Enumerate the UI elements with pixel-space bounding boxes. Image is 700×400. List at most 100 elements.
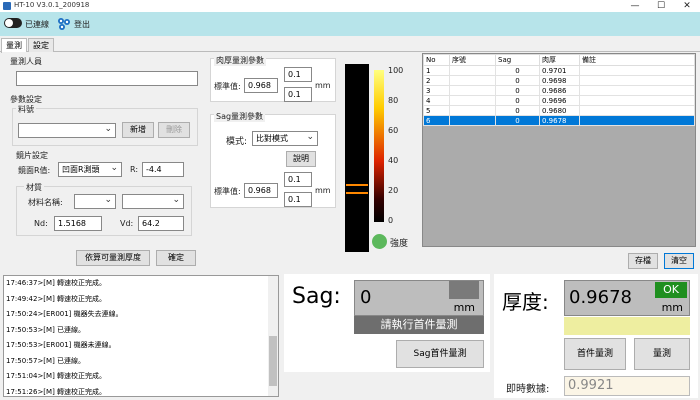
- window-title: HT-10 V3.0.1_200918: [14, 1, 90, 9]
- cell-sag: 0: [495, 95, 540, 106]
- cell-serial: [449, 95, 496, 106]
- operator-input[interactable]: [16, 71, 198, 86]
- tol-plus-input[interactable]: 0.1: [284, 67, 312, 82]
- explain-button[interactable]: 說明: [286, 151, 316, 167]
- signal-peak-line-2: [346, 192, 368, 194]
- thickness-value-box: 0.9678 OK mm: [564, 280, 690, 316]
- table-row[interactable]: 6 0 0.9678: [423, 115, 695, 126]
- col-sag[interactable]: Sag: [495, 54, 540, 66]
- table-row[interactable]: 2 0 0.9698: [423, 75, 695, 86]
- table-header-row: No 序號 Sag 肉厚 備註: [423, 54, 695, 66]
- material-name-select-2[interactable]: [122, 194, 184, 209]
- col-no[interactable]: No: [423, 54, 450, 66]
- sag-value: 0: [360, 287, 372, 308]
- app-icon: [3, 2, 11, 10]
- material-name-select[interactable]: [74, 194, 116, 209]
- confirm-button[interactable]: 確定: [156, 250, 196, 266]
- close-button[interactable]: ✕: [676, 0, 698, 12]
- cell-sag: 0: [495, 115, 540, 126]
- sag-value-box: 0 mm: [354, 280, 484, 316]
- cell-thick: 0.9678: [539, 115, 580, 126]
- cell-no: 5: [423, 105, 450, 116]
- sag-judge-badge: [449, 281, 479, 299]
- tab-strip: [0, 36, 700, 52]
- col-thickness[interactable]: 肉厚: [539, 54, 580, 66]
- cell-no: 1: [423, 65, 450, 76]
- sag-std-label: 標準值:: [214, 187, 241, 196]
- measurement-table[interactable]: No 序號 Sag 肉厚 備註 1 0 0.9701 2 0 0.9698 3 0 0.9686…: [422, 53, 696, 247]
- operator-label: 量測人員: [10, 57, 42, 66]
- save-button[interactable]: 存檔: [628, 253, 658, 269]
- cell-note: [579, 85, 695, 96]
- connect-toggle[interactable]: [4, 18, 22, 28]
- table-row[interactable]: 1 0 0.9701: [423, 65, 695, 76]
- thickness-result-panel: 厚度: 0.9678 OK mm 首件量測 量測 即時數據: 0.9921: [494, 274, 698, 398]
- measure-button[interactable]: 量測: [634, 338, 690, 370]
- r-input[interactable]: -4.4: [142, 162, 184, 177]
- cell-note: [579, 105, 695, 116]
- std-input[interactable]: 0.968: [244, 78, 278, 93]
- tab-settings[interactable]: 設定: [28, 38, 54, 52]
- cell-serial: [449, 85, 496, 96]
- maximize-button[interactable]: ☐: [650, 0, 672, 12]
- mode-label: 模式:: [226, 137, 248, 147]
- sag-result-panel: Sag: 0 mm 請執行首件量測 Sag首件量測: [284, 274, 490, 372]
- tab-measure[interactable]: 量測: [1, 38, 27, 53]
- cell-sag: 0: [495, 85, 540, 96]
- cell-serial: [449, 105, 496, 116]
- log-line: 17:50:57>[M] 已連線。: [6, 356, 86, 365]
- std-label: 標準值:: [214, 82, 241, 91]
- mode-select[interactable]: 比對模式: [252, 131, 318, 146]
- vd-input[interactable]: 64.2: [138, 216, 184, 231]
- log-line: 17:51:26>[M] 轉速校正完成。: [6, 387, 107, 396]
- cell-thick: 0.9698: [539, 75, 580, 86]
- cell-thick: 0.9686: [539, 85, 580, 96]
- minimize-button[interactable]: —: [624, 0, 646, 12]
- log-line: 17:50:24>[ER001] 機器失去連線。: [6, 310, 123, 318]
- thickness-params-label: 肉厚量測參數: [214, 55, 266, 66]
- unit-label: mm: [315, 81, 331, 90]
- thickness-value: 0.9678: [569, 287, 632, 308]
- thickness-unit: mm: [661, 301, 683, 314]
- col-note[interactable]: 備註: [579, 54, 695, 66]
- nd-input[interactable]: 1.5168: [54, 216, 102, 231]
- clear-button[interactable]: 清空: [664, 253, 694, 269]
- sag-tol-minus-input[interactable]: 0.1: [284, 192, 312, 207]
- log-scrollbar[interactable]: [268, 276, 278, 396]
- r-mode-select[interactable]: 凹面R測頭: [58, 162, 122, 177]
- vd-label: Vd:: [120, 219, 134, 228]
- cell-serial: [449, 65, 496, 76]
- cell-no: 3: [423, 85, 450, 96]
- scrollbar-thumb[interactable]: [269, 336, 277, 386]
- signal-peak-line: [346, 184, 368, 186]
- sag-tol-plus-input[interactable]: 0.1: [284, 172, 312, 187]
- connect-label: 已連線: [25, 20, 49, 29]
- cell-thick: 0.9701: [539, 65, 580, 76]
- intensity-scale: [374, 70, 384, 222]
- lens-label: 鏡片設定: [16, 151, 48, 160]
- sag-first-piece-button[interactable]: Sag首件量測: [396, 340, 484, 368]
- col-serial[interactable]: 序號: [449, 54, 496, 66]
- cell-note: [579, 75, 695, 86]
- material-no-select[interactable]: [18, 123, 116, 138]
- add-button[interactable]: 新增: [122, 122, 154, 138]
- log-line: 17:46:37>[M] 轉速校正完成。: [6, 279, 107, 287]
- table-row[interactable]: 3 0 0.9686: [423, 85, 695, 96]
- sag-std-input[interactable]: 0.968: [244, 183, 278, 198]
- toggle-knob: [5, 19, 13, 27]
- ok-badge: OK: [655, 282, 687, 298]
- delete-button[interactable]: 刪除: [158, 122, 190, 138]
- sag-unit: mm: [453, 301, 475, 314]
- cell-no: 6: [423, 115, 450, 126]
- tick-0: 0: [388, 216, 394, 225]
- logout-icon[interactable]: [56, 16, 72, 32]
- table-row[interactable]: 5 0 0.9680: [423, 105, 695, 116]
- logout-label[interactable]: 登出: [74, 19, 90, 30]
- tol-minus-input[interactable]: 0.1: [284, 87, 312, 102]
- log-line: 17:50:53>[M] 已連線。: [6, 325, 86, 334]
- log-list[interactable]: 17:46:37>[M] 轉速校正完成。 17:49:42>[M] 轉速校正完成。…: [3, 275, 279, 397]
- first-piece-button[interactable]: 首件量測: [564, 338, 626, 370]
- calc-thickness-button[interactable]: 依算可量測厚度: [76, 250, 150, 266]
- table-row[interactable]: 4 0 0.9696: [423, 95, 695, 106]
- cell-sag: 0: [495, 65, 540, 76]
